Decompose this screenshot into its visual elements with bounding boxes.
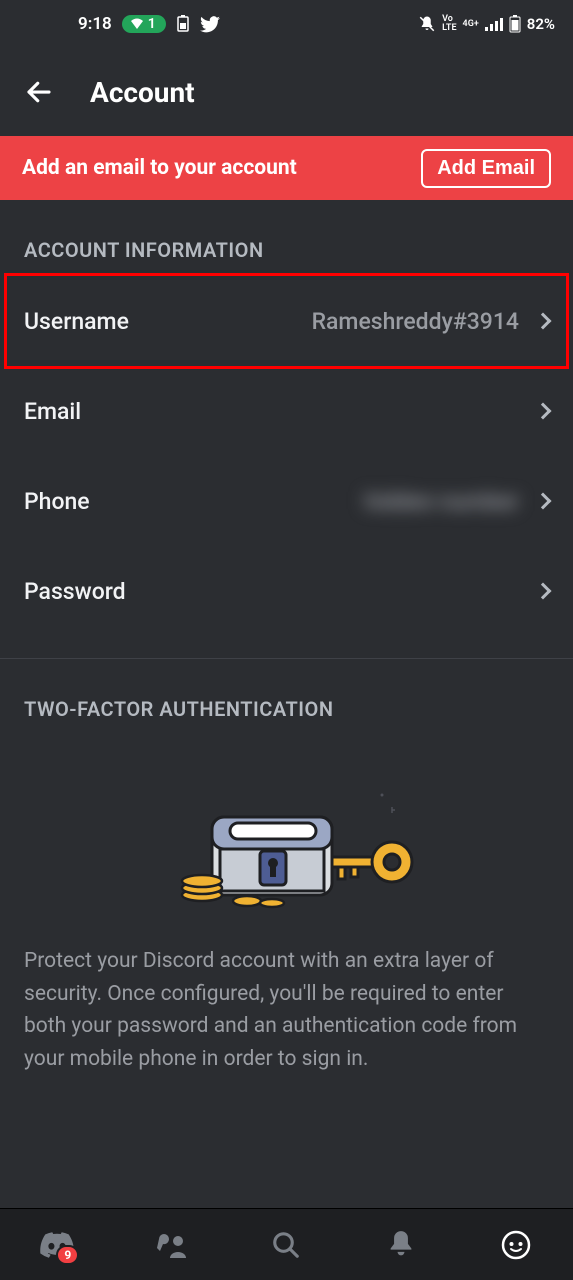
row-phone[interactable]: Phone hidden number <box>0 456 573 546</box>
header: Account <box>0 48 573 136</box>
nav-notifications[interactable] <box>377 1221 425 1269</box>
bell-icon <box>387 1230 415 1260</box>
status-left: 9:18 1 <box>18 14 220 34</box>
volte-icon: VoLTE <box>442 15 456 33</box>
nav-badge: 9 <box>56 1245 79 1265</box>
nav-search[interactable] <box>262 1221 310 1269</box>
status-bar: 9:18 1 VoLTE 4G+ 82% <box>0 0 573 48</box>
nav-home[interactable]: 9 <box>33 1221 81 1269</box>
row-label-username: Username <box>24 308 129 335</box>
row-label-phone: Phone <box>24 488 90 515</box>
email-banner: Add an email to your account Add Email <box>0 136 573 200</box>
banner-text: Add an email to your account <box>22 156 297 180</box>
back-icon[interactable] <box>24 77 54 107</box>
row-username[interactable]: Username Rameshreddy#3914 <box>0 276 573 366</box>
profile-icon <box>501 1230 531 1260</box>
bottom-nav: 9 <box>0 1208 573 1280</box>
status-right: VoLTE 4G+ 82% <box>418 15 555 33</box>
page-title: Account <box>90 76 195 109</box>
search-icon <box>271 1230 301 1260</box>
friends-icon <box>156 1231 188 1259</box>
row-value-username: Rameshreddy#3914 <box>129 308 519 335</box>
row-value-phone: hidden number <box>90 488 519 515</box>
chevron-right-icon <box>535 403 552 420</box>
twofa-description: Protect your Discord account with an ext… <box>0 945 573 1075</box>
nav-friends[interactable] <box>148 1221 196 1269</box>
chevron-right-icon <box>535 583 552 600</box>
section-label-account: ACCOUNT INFORMATION <box>0 200 573 276</box>
twitter-icon <box>200 16 220 33</box>
mute-icon <box>418 15 436 33</box>
wifi-pill: 1 <box>122 15 166 33</box>
row-label-email: Email <box>24 398 81 425</box>
net-icon: 4G+ <box>463 20 479 29</box>
row-email[interactable]: Email <box>0 366 573 456</box>
signal-icon <box>485 17 503 31</box>
status-time: 9:18 <box>78 14 112 34</box>
twofa-illustration <box>0 735 573 945</box>
battery-pct: 82% <box>527 15 555 33</box>
battery-icon <box>509 15 521 33</box>
row-password[interactable]: Password <box>0 546 573 636</box>
chevron-right-icon <box>535 313 552 330</box>
section-label-twofa: TWO-FACTOR AUTHENTICATION <box>0 659 573 735</box>
add-email-button[interactable]: Add Email <box>421 149 551 188</box>
row-label-password: Password <box>24 578 126 605</box>
wifi-count: 1 <box>148 16 156 32</box>
chevron-right-icon <box>535 493 552 510</box>
battery-small-icon <box>176 15 190 33</box>
nav-profile[interactable] <box>492 1221 540 1269</box>
